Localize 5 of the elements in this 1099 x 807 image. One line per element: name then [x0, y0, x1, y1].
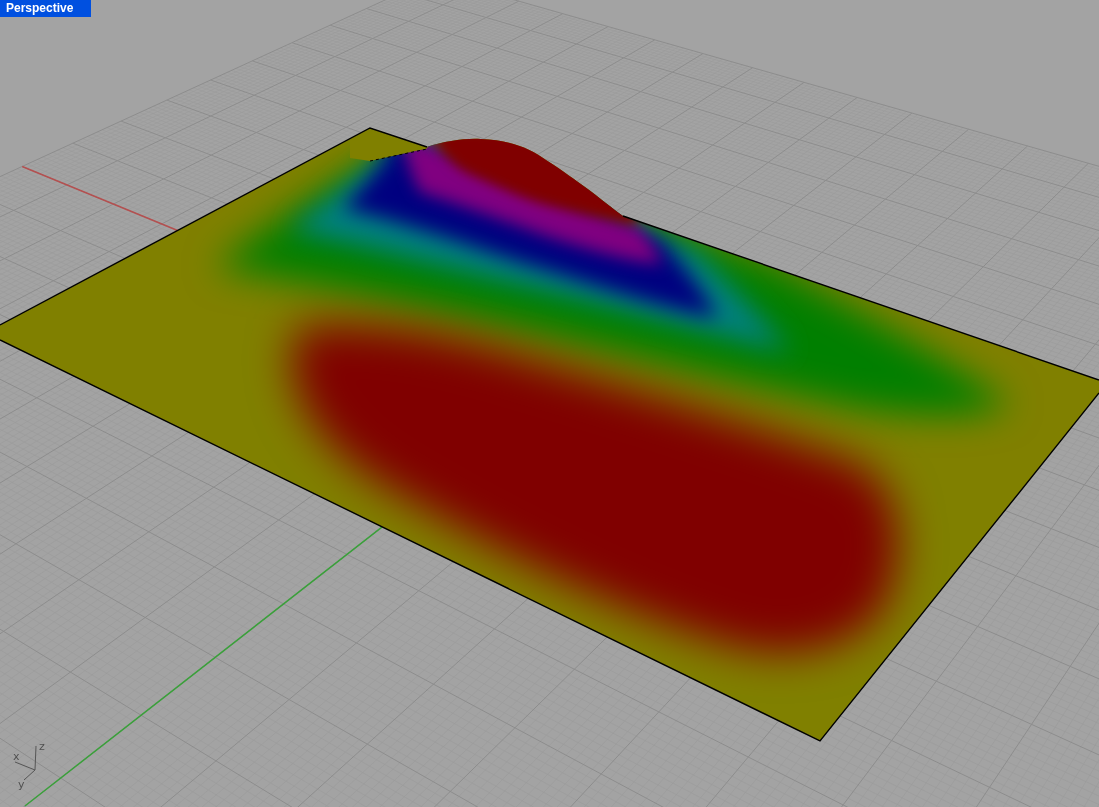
axis-label: x	[13, 750, 20, 763]
axis-label: y	[18, 778, 25, 791]
viewport-title[interactable]: Perspective	[0, 0, 91, 17]
axis-label: z	[39, 740, 45, 753]
axes-icon	[14, 745, 37, 781]
